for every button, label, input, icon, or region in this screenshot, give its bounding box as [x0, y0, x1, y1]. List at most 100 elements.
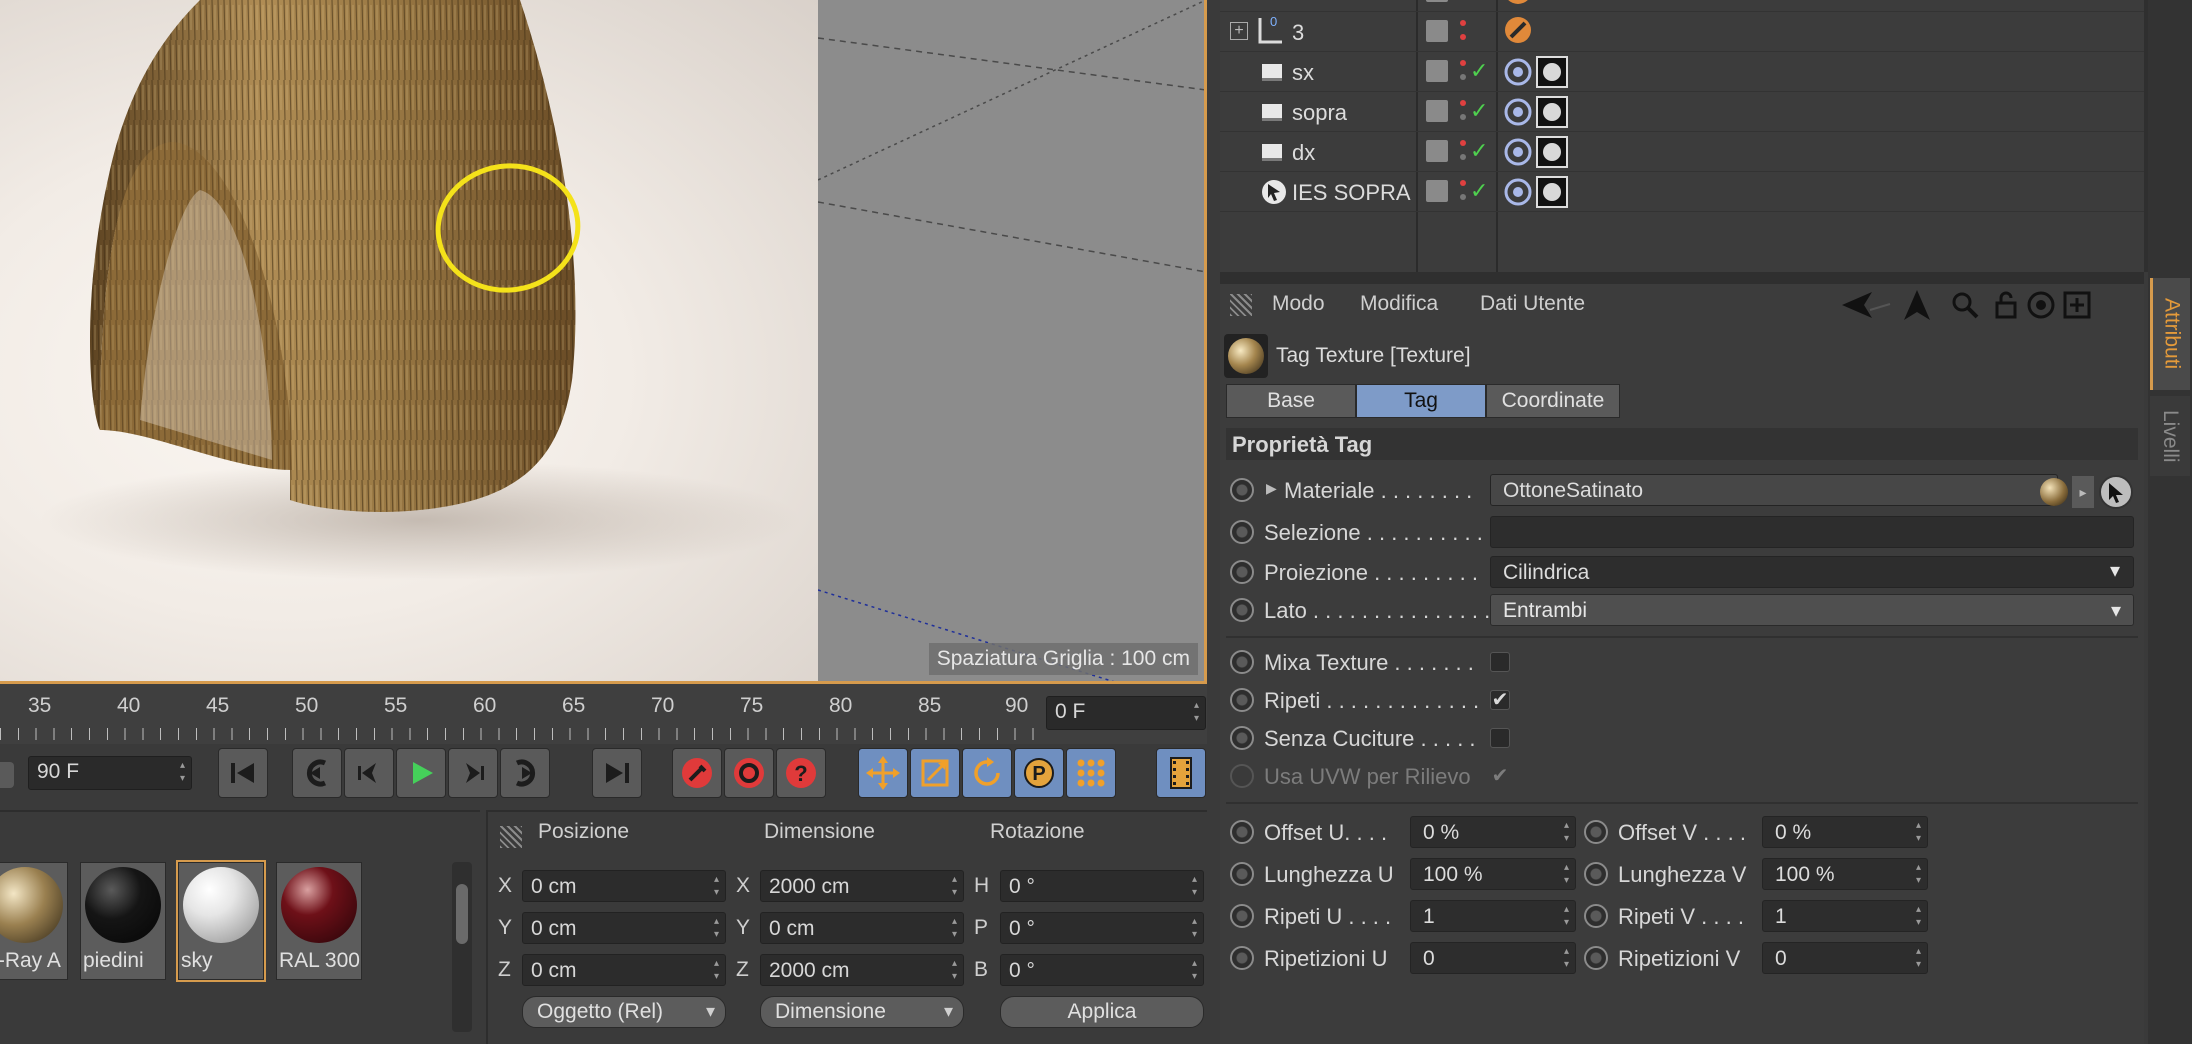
menu-mode[interactable]: Modo	[1272, 292, 1325, 316]
target-icon[interactable]	[2026, 290, 2056, 320]
offset-u-field[interactable]: 0 %	[1410, 816, 1576, 848]
texture-tag-icon[interactable]	[1504, 0, 1532, 4]
go-to-end-button[interactable]	[592, 748, 642, 798]
animate-radio[interactable]	[1584, 820, 1608, 844]
position-x-field[interactable]: 0 cm	[522, 870, 726, 902]
render-dot[interactable]	[1460, 154, 1466, 160]
editor-dot[interactable]	[1460, 60, 1466, 66]
target-tag-icon[interactable]	[1504, 58, 1532, 86]
film-strip-button[interactable]	[1156, 748, 1206, 798]
tab-layers[interactable]: Livelli	[2150, 396, 2190, 476]
object-row-partial[interactable]	[1220, 0, 2144, 12]
light-tag-icon[interactable]	[1536, 96, 1568, 128]
move-tool-button[interactable]	[858, 748, 908, 798]
object-row-dx[interactable]: dx ✓	[1220, 132, 2144, 172]
expand-icon[interactable]: +	[1230, 22, 1248, 40]
tiles-v-field[interactable]: 1	[1762, 900, 1928, 932]
editor-dot[interactable]	[1460, 100, 1466, 106]
side-dropdown[interactable]: Entrambi	[1490, 594, 2134, 626]
object-name[interactable]: sopra	[1292, 100, 1347, 126]
animate-radio[interactable]	[1230, 904, 1254, 928]
enabled-check-icon[interactable]: ✓	[1470, 138, 1488, 164]
repetitions-v-field[interactable]: 0	[1762, 942, 1928, 974]
material-ral[interactable]: RAL 300	[276, 862, 362, 980]
rotation-p-field[interactable]: 0 °	[1000, 912, 1204, 944]
object-row-ies-sopra[interactable]: IES SOPRA ✓	[1220, 172, 2144, 212]
editor-dot[interactable]	[1460, 180, 1466, 186]
rotate-tool-button[interactable]	[962, 748, 1012, 798]
help-button[interactable]: ?	[776, 748, 826, 798]
search-icon[interactable]	[1950, 290, 1980, 320]
light-tag-icon[interactable]	[1536, 136, 1568, 168]
coordinate-mode-dropdown[interactable]: Oggetto (Rel)	[522, 996, 726, 1028]
rotation-h-field[interactable]: 0 °	[1000, 870, 1204, 902]
enabled-check-icon[interactable]: ✓	[1470, 58, 1488, 84]
object-name[interactable]: IES SOPRA	[1292, 180, 1411, 206]
go-to-start-button[interactable]	[218, 748, 268, 798]
length-u-field[interactable]: 100 %	[1410, 858, 1576, 890]
object-name[interactable]: sx	[1292, 60, 1314, 86]
autokey-button[interactable]	[724, 748, 774, 798]
material-field[interactable]: OttoneSatinato	[1490, 474, 2058, 506]
tab-coordinate[interactable]: Coordinate	[1486, 384, 1620, 418]
current-frame-field[interactable]: 0 F	[1046, 696, 1206, 730]
render-dot[interactable]	[1460, 74, 1466, 80]
object-name[interactable]: 3	[1292, 20, 1304, 46]
new-panel-icon[interactable]	[2062, 290, 2092, 320]
ortho-viewport[interactable]: Spaziatura Griglia : 100 cm	[818, 0, 1206, 683]
menu-user-data[interactable]: Dati Utente	[1480, 292, 1585, 316]
object-row-sopra[interactable]: sopra ✓	[1220, 92, 2144, 132]
object-row-sx[interactable]: sx ✓	[1220, 52, 2144, 92]
tile-checkbox[interactable]: ✔	[1490, 690, 1510, 710]
editor-dot[interactable]	[1460, 20, 1466, 26]
tab-tag[interactable]: Tag	[1356, 384, 1486, 418]
size-y-field[interactable]: 0 cm	[760, 912, 964, 944]
tab-attributes[interactable]: Attributi	[2150, 278, 2190, 390]
seamless-checkbox[interactable]	[1490, 728, 1510, 748]
visibility-square[interactable]	[1426, 100, 1448, 122]
animate-radio[interactable]	[1230, 820, 1254, 844]
rotation-b-field[interactable]: 0 °	[1000, 954, 1204, 986]
record-key-button[interactable]	[672, 748, 722, 798]
animate-radio[interactable]	[1230, 688, 1254, 712]
previous-frame-button[interactable]	[344, 748, 394, 798]
next-key-button[interactable]	[500, 748, 550, 798]
scrollbar-thumb[interactable]	[456, 884, 468, 944]
repetitions-u-field[interactable]: 0	[1410, 942, 1576, 974]
visibility-square[interactable]	[1426, 180, 1448, 202]
dots-tool-button[interactable]	[1066, 748, 1116, 798]
material-arrow-button[interactable]: ▸	[2072, 476, 2094, 508]
menu-edit[interactable]: Modifica	[1360, 292, 1438, 316]
timeline-ruler[interactable]: 35 40 45 50 55 60 65 70 75 80 85 90 0 F	[0, 684, 1207, 744]
tab-base[interactable]: Base	[1226, 384, 1356, 418]
material-piedini[interactable]: piedini	[80, 862, 166, 980]
animate-radio[interactable]	[1230, 520, 1254, 544]
enabled-check-icon[interactable]: ✓	[1470, 98, 1488, 124]
object-name[interactable]: dx	[1292, 140, 1315, 166]
target-tag-icon[interactable]	[1504, 98, 1532, 126]
play-button[interactable]	[396, 748, 446, 798]
previous-key-button[interactable]	[292, 748, 342, 798]
size-x-field[interactable]: 2000 cm	[760, 870, 964, 902]
light-tag-icon[interactable]	[1536, 56, 1568, 88]
scale-tool-button[interactable]	[910, 748, 960, 798]
offset-v-field[interactable]: 0 %	[1762, 816, 1928, 848]
projection-dropdown[interactable]: Cilindrica	[1490, 556, 2134, 588]
material-sky[interactable]: sky	[176, 860, 266, 982]
pick-cursor-icon[interactable]	[2098, 474, 2134, 510]
lock-icon[interactable]	[1992, 290, 2020, 320]
end-frame-field[interactable]: 90 F	[28, 756, 192, 790]
animate-radio[interactable]	[1230, 726, 1254, 750]
animate-radio[interactable]	[1230, 862, 1254, 886]
next-frame-button[interactable]	[448, 748, 498, 798]
target-tag-icon[interactable]	[1504, 178, 1532, 206]
editor-dot[interactable]	[1460, 140, 1466, 146]
size-mode-dropdown[interactable]: Dimensione	[760, 996, 964, 1028]
animate-radio[interactable]	[1584, 862, 1608, 886]
mix-texture-checkbox[interactable]	[1490, 652, 1510, 672]
apply-button[interactable]: Applica	[1000, 996, 1204, 1028]
enabled-check-icon[interactable]: ✓	[1470, 178, 1488, 204]
back-arrow-icon[interactable]	[1840, 290, 1892, 320]
render-dot[interactable]	[1460, 194, 1466, 200]
animate-radio[interactable]	[1230, 598, 1254, 622]
